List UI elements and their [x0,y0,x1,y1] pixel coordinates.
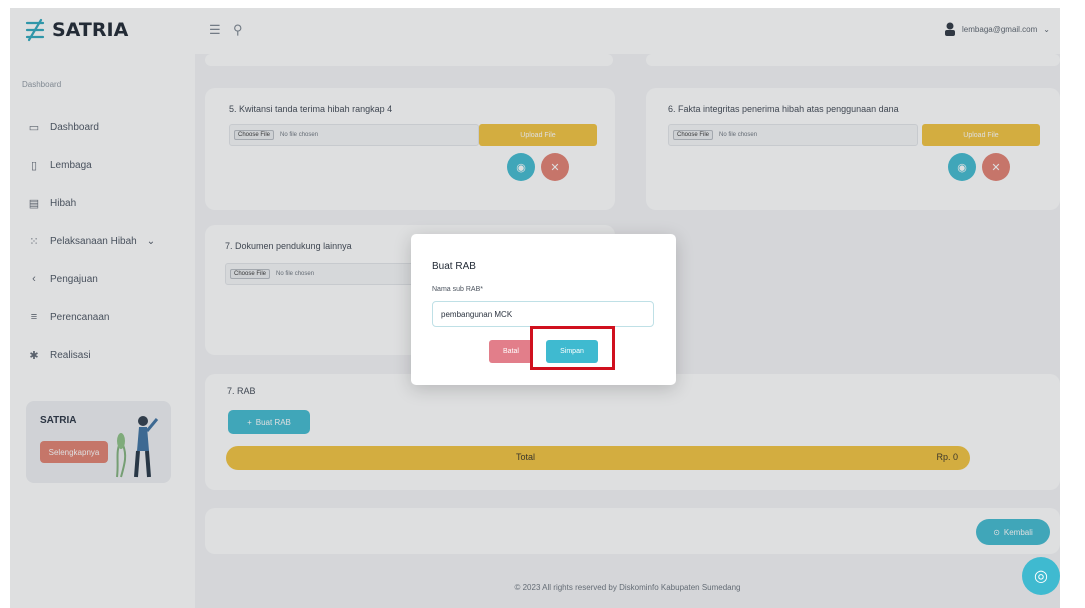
menu-icon[interactable]: ☰ [209,22,221,38]
sidebar-item-label: Pengajuan [50,273,98,285]
card-label: 5. Kwitansi tanda terima hibah rangkap 4 [229,104,393,114]
plus-icon: + [247,417,252,427]
promo-button[interactable]: Selengkapnya [40,441,108,463]
upload-file-button[interactable]: Upload File [479,124,597,146]
sub-rab-name-input[interactable] [432,301,654,327]
modal-title: Buat RAB [432,261,476,272]
chevron-down-icon: ⌄ [146,235,156,247]
card-stub-right [646,54,1060,66]
monitor-icon: ▭ [28,121,40,134]
footer-text: © 2023 All rights reserved by Diskominfo… [514,583,741,592]
add-rab-label: Buat RAB [255,417,291,427]
search-icon[interactable]: ⚲ [233,22,243,38]
upload-card-fakta-integritas: 6. Fakta integritas penerima hibah atas … [646,88,1060,210]
total-label: Total [516,452,536,462]
rab-label: 7. RAB [227,386,256,396]
top-bar: ☰ ⚲ lembaga@gmail.com ⌄ [195,8,1060,54]
sidebar-nav: ▭ Dashboard ▯ Lembaga ▤ Hibah ⁙ Pelaksan… [28,108,188,374]
sidebar-item-label: Pelaksanaan Hibah [50,235,137,247]
sidebar-item-perencanaan[interactable]: ≡ Perencanaan [28,298,188,336]
sidebar: SATRIA Dashboard ▭ Dashboard ▯ Lembaga ▤… [10,8,195,608]
help-fab[interactable]: ◎ [1022,557,1060,595]
sidebar-item-pelaksanaan-hibah[interactable]: ⁙ Pelaksanaan Hibah ⌄ [28,222,188,260]
file-input[interactable]: Choose File No file chosen [229,124,479,146]
app-name: SATRIA [52,19,129,41]
back-button[interactable]: ⊙ Kembali [976,519,1050,545]
calendar-icon: ▤ [28,197,40,210]
sidebar-item-pengajuan[interactable]: ‹ Pengajuan [28,260,188,298]
sub-rab-name-label: Nama sub RAB* [432,286,483,293]
app-window: SATRIA Dashboard ▭ Dashboard ▯ Lembaga ▤… [10,8,1060,608]
promo-card: SATRIA Selengkapnya [26,401,171,483]
highlight-box [530,326,615,370]
total-bar: Total Rp. 0 [226,446,970,470]
satria-logo-icon [25,18,45,42]
file-status: No file chosen [719,132,758,138]
card-label: 7. Dokumen pendukung lainnya [225,241,352,251]
help-icon: ◎ [1034,568,1048,585]
delete-icon[interactable]: ✕ [982,153,1010,181]
sidebar-item-label: Hibah [50,197,77,209]
avatar-icon [945,22,956,36]
upload-file-button[interactable]: Upload File [922,124,1040,146]
view-icon[interactable]: ◉ [948,153,976,181]
arrow-icon: ‹ [32,273,36,285]
sidebar-item-label: Perencanaan [50,311,110,323]
back-label: Kembali [1003,527,1033,537]
grid-icon: ⁙ [29,235,39,248]
upload-card-kwitansi: 5. Kwitansi tanda terima hibah rangkap 4… [205,88,615,210]
file-status: No file chosen [280,132,319,138]
user-menu[interactable]: lembaga@gmail.com ⌄ [944,22,1050,36]
total-value: Rp. 0 [936,452,958,462]
nav-heading: Dashboard [22,80,62,89]
sidebar-item-lembaga[interactable]: ▯ Lembaga [28,146,188,184]
add-rab-button[interactable]: + Buat RAB [228,410,310,434]
back-icon: ⊙ [993,527,1000,537]
choose-file-button[interactable]: Choose File [673,130,714,140]
document-icon: ▯ [30,159,38,172]
sidebar-item-label: Lembaga [50,159,92,171]
sidebar-item-realisasi[interactable]: ✱ Realisasi [28,336,188,374]
user-email: lembaga@gmail.com [962,24,1038,34]
sidebar-item-label: Dashboard [50,121,99,133]
choose-file-button[interactable]: Choose File [234,130,275,140]
actions-card [205,508,1060,554]
sidebar-item-label: Realisasi [50,349,91,361]
file-input[interactable]: Choose File No file chosen [668,124,918,146]
cancel-button[interactable]: Batal [489,340,533,363]
list-icon: ≡ [30,311,38,323]
card-stub-left [205,54,613,66]
file-status: No file chosen [276,271,315,277]
star-icon: ✱ [29,349,39,362]
view-icon[interactable]: ◉ [507,153,535,181]
person-illustration-icon [116,416,159,478]
promo-title: SATRIA [40,415,77,426]
choose-file-button[interactable]: Choose File [230,269,271,279]
rab-card: 7. RAB [205,374,1060,490]
sidebar-item-dashboard[interactable]: ▭ Dashboard [28,108,188,146]
sidebar-item-hibah[interactable]: ▤ Hibah [28,184,188,222]
chevron-down-icon: ⌄ [1043,24,1050,34]
delete-icon[interactable]: ✕ [541,153,569,181]
app-logo[interactable]: SATRIA [24,18,128,42]
card-label: 6. Fakta integritas penerima hibah atas … [668,104,899,114]
